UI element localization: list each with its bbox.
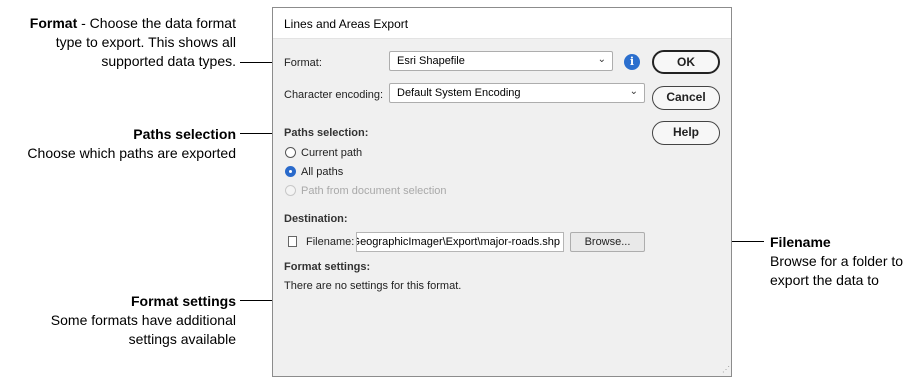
paths-heading: Paths selection: — [284, 127, 369, 139]
destination-heading: Destination: — [284, 213, 348, 225]
radio-all-paths-label[interactable]: All paths — [301, 166, 343, 178]
format-settings-text: There are no settings for this format. — [284, 280, 462, 292]
callout-format-settings: Format settings Some formats have additi… — [14, 292, 236, 349]
help-button[interactable]: Help — [652, 121, 720, 145]
encoding-label: Character encoding: — [284, 89, 384, 101]
chevron-down-icon: ⌄ — [629, 86, 638, 97]
callout-format: Format - Choose the data format type to … — [14, 14, 236, 71]
resize-grip-icon[interactable]: ⋰ — [722, 365, 730, 374]
dialog-titlebar: Lines and Areas Export — [273, 8, 731, 39]
radio-current-path[interactable] — [285, 147, 296, 158]
radio-document-selection-label: Path from document selection — [301, 185, 447, 197]
file-icon — [288, 236, 297, 247]
filename-input-value: C:\Users\Public\GeographicImager\Export\… — [357, 236, 560, 248]
radio-document-selection — [285, 185, 296, 196]
callout-paths: Paths selection Choose which paths are e… — [6, 125, 236, 163]
callout-format-settings-title: Format settings — [130, 293, 236, 309]
cancel-button[interactable]: Cancel — [652, 86, 720, 110]
encoding-select[interactable]: Default System Encoding ⌄ — [389, 83, 645, 103]
callout-format-settings-text: Some formats have additional settings av… — [50, 312, 236, 347]
callout-filename-title: Filename — [770, 234, 831, 250]
ok-button[interactable]: OK — [652, 50, 720, 74]
callout-paths-text: Choose which paths are exported — [27, 145, 236, 161]
browse-button[interactable]: Browse... — [570, 232, 645, 252]
filename-input[interactable]: C:\Users\Public\GeographicImager\Export\… — [356, 232, 564, 252]
callout-format-text: - Choose the data format type to export.… — [55, 15, 236, 69]
format-select[interactable]: Esri Shapefile ⌄ — [389, 51, 613, 71]
chevron-down-icon: ⌄ — [597, 54, 606, 65]
export-dialog: Lines and Areas Export Format: Esri Shap… — [272, 7, 732, 377]
callout-paths-title: Paths selection — [133, 126, 236, 142]
format-label: Format: — [284, 57, 322, 69]
radio-all-paths[interactable] — [285, 166, 296, 177]
callout-filename-text: Browse for a folder to export the data t… — [770, 253, 904, 288]
format-select-value: Esri Shapefile — [397, 55, 465, 67]
dialog-title: Lines and Areas Export — [284, 17, 409, 31]
radio-current-path-label[interactable]: Current path — [301, 147, 362, 159]
callout-format-title: Format — [29, 15, 78, 31]
callout-filename: Filename Browse for a folder to export t… — [770, 233, 912, 290]
info-icon[interactable]: i — [624, 54, 640, 70]
format-settings-heading: Format settings: — [284, 261, 371, 273]
encoding-select-value: Default System Encoding — [397, 87, 521, 99]
filename-label: Filename: — [306, 236, 355, 248]
